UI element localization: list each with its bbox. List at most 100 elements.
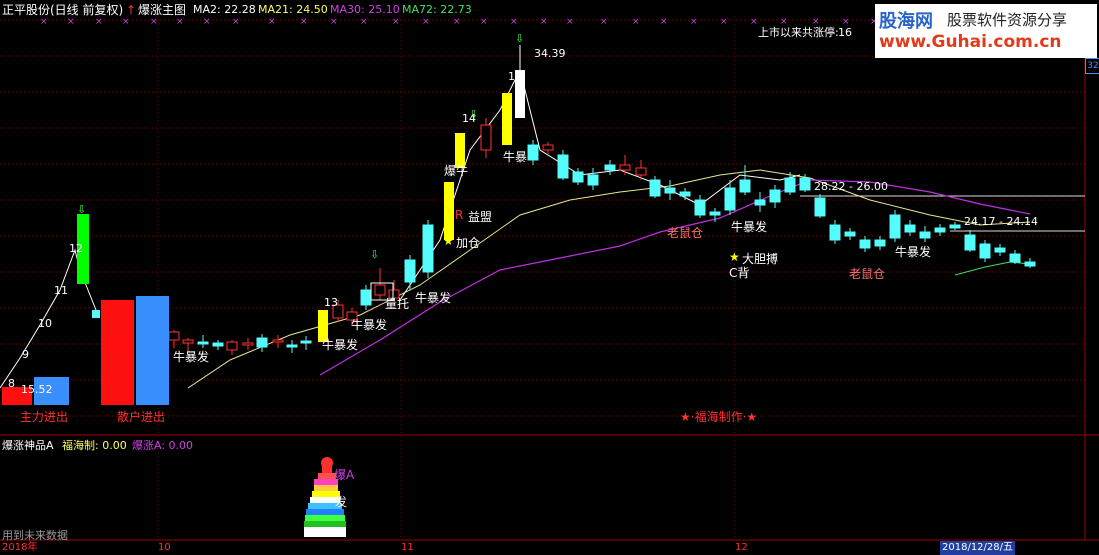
candle-body	[1009, 253, 1021, 263]
bull-label: 牛暴	[503, 150, 528, 164]
step-label: 11	[54, 284, 68, 297]
purple-mark: ×	[750, 17, 758, 27]
limit-up-count: 16	[838, 26, 852, 39]
c-back-label: C背	[729, 266, 750, 280]
candle-body	[300, 340, 312, 344]
limit-up-candle	[502, 93, 512, 145]
candle-body	[874, 239, 886, 247]
candle-body	[480, 124, 492, 151]
candle-body	[844, 231, 856, 237]
candle-body	[587, 174, 599, 186]
retail-bar	[136, 296, 169, 405]
scale-tag[interactable]: 32	[1085, 58, 1099, 74]
star-icon: ★	[443, 234, 454, 248]
range-label-1: 28.22 - 26.00	[814, 180, 888, 193]
main-force-bar	[101, 300, 134, 405]
time-tick: 10	[158, 542, 171, 553]
candle-body	[979, 243, 991, 259]
candle-body	[572, 171, 584, 183]
purple-mark: ×	[600, 17, 608, 27]
candle-body	[197, 341, 209, 345]
purple-mark: ×	[67, 17, 75, 27]
pyramid-bar	[305, 515, 345, 521]
candle-body	[422, 224, 434, 273]
candle-body	[919, 231, 931, 239]
candle-body	[168, 331, 180, 341]
candle-body	[949, 224, 961, 229]
candle-body	[272, 339, 284, 343]
candle-body	[859, 239, 871, 249]
candle-body	[360, 289, 372, 306]
ma30-label: MA30: 25.10	[330, 3, 400, 16]
purple-mark: ×	[300, 17, 308, 27]
retail-label: 散户进出	[117, 410, 166, 424]
candle-body	[694, 199, 706, 216]
purple-mark: ×	[232, 17, 240, 27]
down-arrow-icon: ⇩	[370, 248, 379, 261]
step-label: 15	[508, 70, 522, 83]
purple-mark: ×	[720, 17, 728, 27]
pyramid-bar	[306, 509, 344, 515]
time-tick: 11	[401, 542, 414, 553]
current-date-tag[interactable]: 2018/12/28/五	[940, 541, 1016, 555]
credit-label: ★·福海制作·★	[680, 410, 758, 424]
ma30-line	[319, 179, 1031, 376]
candle-body	[619, 164, 631, 171]
candle-body	[242, 342, 254, 346]
stock-title: 正平股份(日线 前复权)	[2, 3, 124, 17]
range-label-2: 24.17 - 24.14	[964, 215, 1038, 228]
kline-canvas[interactable]: × × × × × × × × × × × × × × × × × × × × × × × × × × × × ×⇩⇩⇩⇩	[0, 0, 1099, 551]
candle-body	[404, 259, 416, 283]
chart-window: × × × × × × × × × × × × × × × × × × × × × × × × × × × × × ⇩ ⇩ ⇩ ⇩ 正平股份(日…	[0, 0, 1099, 555]
ma72-label: MA72: 22.73	[402, 3, 472, 16]
profit-label: 益盟	[468, 210, 493, 224]
step-label: 10	[38, 317, 52, 330]
ma21-label: MA21: 24.50	[258, 3, 328, 16]
time-tick: 2018年	[2, 542, 38, 553]
r-icon: R	[455, 208, 464, 222]
lift-label: 量托	[385, 297, 410, 311]
ma2-label: MA2: 22.28	[193, 3, 256, 16]
candle-body	[374, 284, 386, 296]
price-low-label: 15.52	[21, 383, 53, 396]
bull-label: 牛暴发	[351, 318, 388, 332]
time-tick: 12	[735, 542, 748, 553]
rat-label-2: 老鼠仓	[849, 267, 886, 281]
candle-body	[964, 234, 976, 251]
purple-mark: ×	[360, 17, 368, 27]
bold-fight-label: 大胆搏	[742, 252, 779, 266]
candle-body	[212, 342, 224, 347]
candle-body	[256, 337, 268, 348]
candle-body	[286, 344, 298, 348]
candle-body	[904, 224, 916, 233]
purple-mark: ×	[176, 17, 184, 27]
candle-body	[557, 154, 569, 179]
purple-mark: ×	[268, 17, 276, 27]
pyramid-bar	[314, 485, 338, 491]
sub-panel-title: 爆涨神品A	[2, 439, 54, 452]
label-fa: 发	[335, 495, 348, 509]
candle-body	[226, 341, 238, 351]
candle-body	[799, 177, 811, 191]
ma72-line	[954, 261, 1031, 276]
candle-body	[784, 177, 796, 193]
candle-body	[635, 167, 647, 176]
candle-body	[829, 224, 841, 241]
candle-body	[92, 310, 100, 318]
purple-mark: ×	[453, 17, 461, 27]
bull-label: 牛暴发	[895, 245, 932, 259]
big-bull-label: 爆牛	[444, 164, 469, 178]
bull-label: 牛暴发	[731, 220, 768, 234]
candle-body	[994, 247, 1006, 253]
price-high-label: 34.39	[534, 47, 566, 60]
step-label: 9	[22, 348, 29, 361]
step-label: 13	[324, 296, 338, 309]
candle-body	[527, 144, 539, 161]
logo-slogan: 股票软件资源分享	[947, 11, 1068, 29]
ma21-line	[187, 169, 1031, 389]
add-position-label: 加仓	[456, 236, 481, 250]
candle-body	[664, 187, 676, 194]
logo-brand: 股海网	[879, 11, 933, 32]
bull-label: 牛暴发	[415, 291, 452, 305]
purple-mark: ×	[510, 17, 518, 27]
